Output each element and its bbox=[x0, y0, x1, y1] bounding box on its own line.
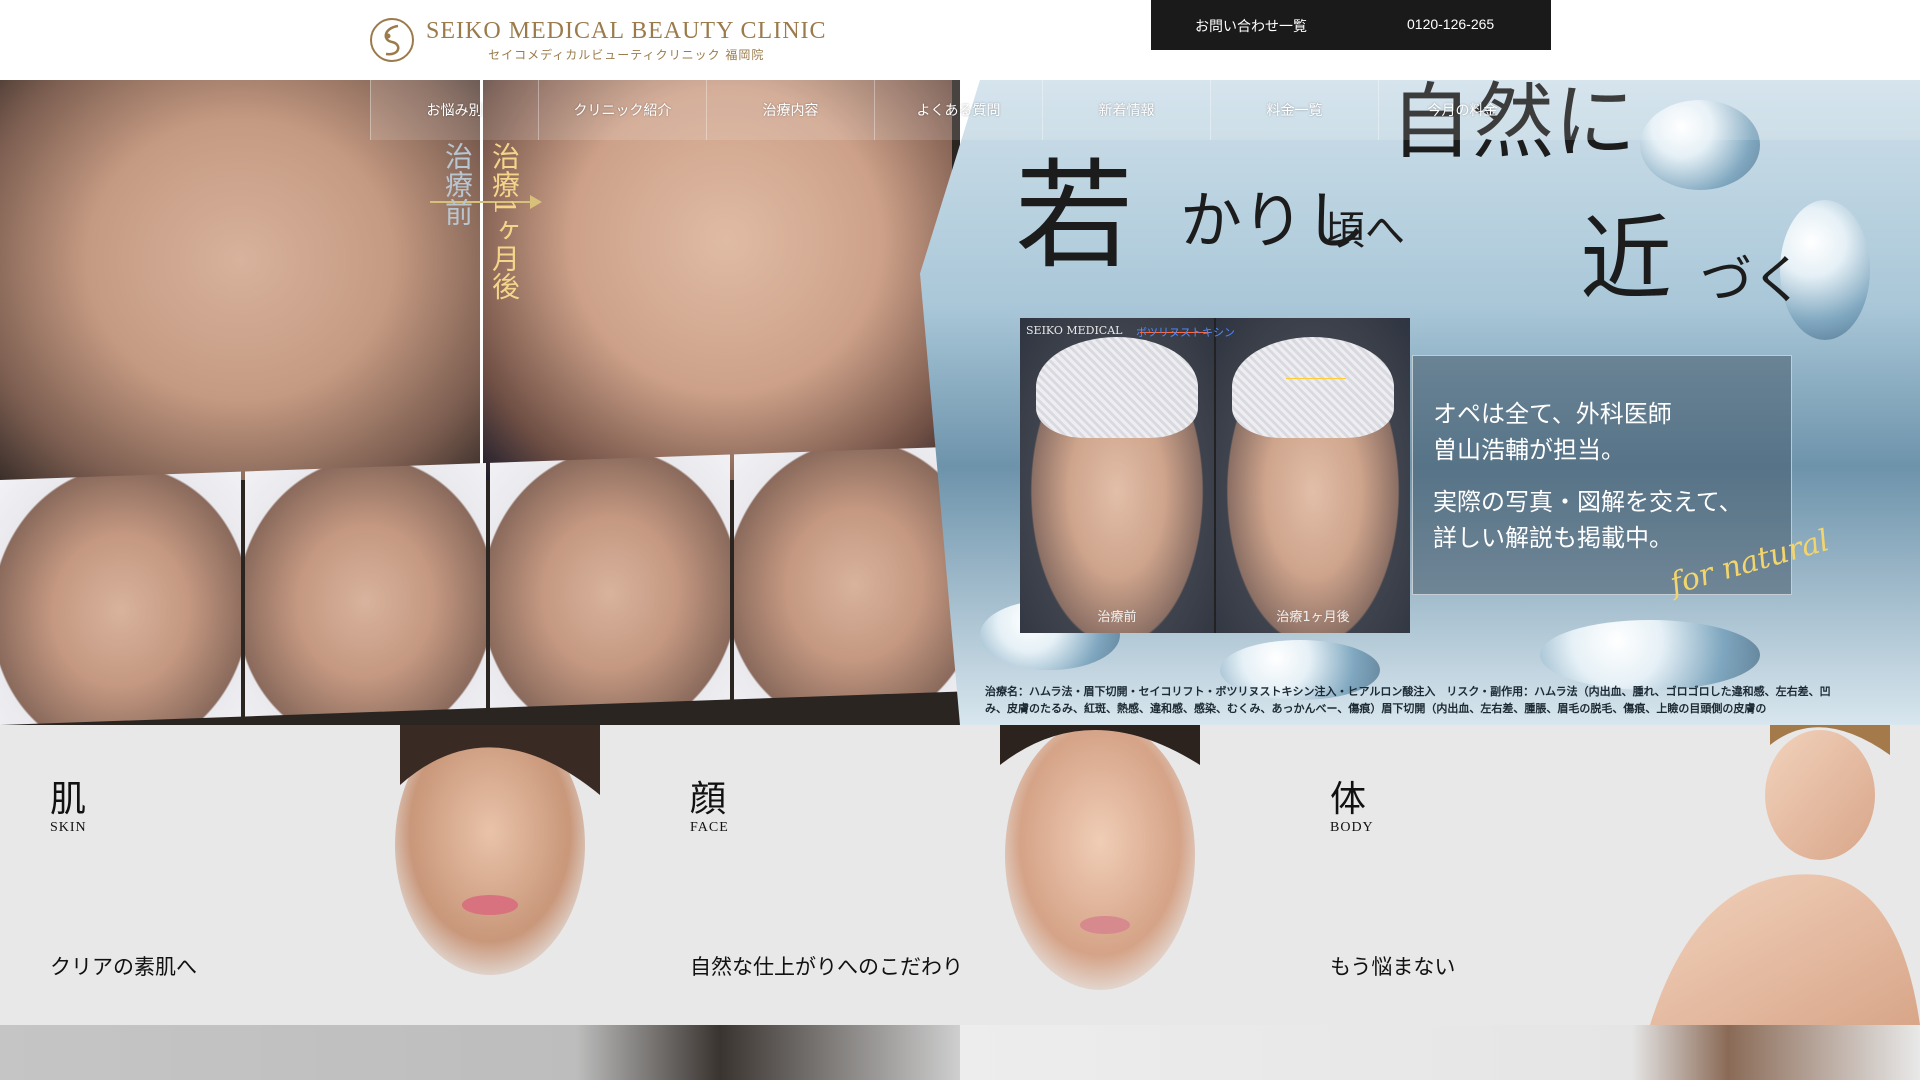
category-en: BODY bbox=[1330, 820, 1374, 835]
category-body[interactable]: 体 BODY もう悩まない bbox=[1280, 725, 1920, 1025]
after-label: 治療1ヶ月後 bbox=[488, 142, 521, 300]
treatment-risk-caption: 治療名：ハムラ法・眉下切開・セイコリフト・ボツリヌストキシン注入・ヒアルロン酸注… bbox=[985, 685, 1831, 715]
headline-koro: 頃へ bbox=[1325, 208, 1405, 254]
water-splash bbox=[1540, 620, 1760, 690]
before-photo bbox=[0, 80, 480, 480]
model-photo bbox=[1000, 725, 1200, 990]
logo-text: SEIKO MEDICAL BEAUTY CLINIC セイコメディカルビューテ… bbox=[426, 18, 827, 63]
category-panels: 肌 SKIN クリアの素肌へ 顔 FACE 自然な仕上がりへのこだわり 体 BO… bbox=[0, 725, 1920, 1025]
before-label: 治療前 bbox=[441, 142, 474, 226]
site-header: SEIKO MEDICAL BEAUTY CLINIC セイコメディカルビューテ… bbox=[0, 0, 1920, 80]
after-photo bbox=[482, 80, 952, 480]
headline-zuku: づく bbox=[1700, 251, 1805, 311]
before-after-photos: 治療前 治療1ヶ月後 bbox=[0, 80, 975, 725]
category-tagline: もう悩まない bbox=[1330, 955, 1456, 979]
category-tagline: 自然な仕上がりへのこだわり bbox=[690, 955, 963, 979]
angle-photo-strip bbox=[0, 445, 975, 725]
logo-swirl-icon bbox=[370, 18, 414, 62]
category-kanji: 顔 bbox=[690, 779, 727, 820]
category-tagline: クリアの素肌へ bbox=[50, 955, 197, 979]
nav-item-faq[interactable]: よくある質問 bbox=[874, 80, 1042, 140]
compare-annotation: ボツリヌストキシン bbox=[1136, 326, 1235, 339]
surgical-cap bbox=[1035, 336, 1199, 438]
treatment-compare-photos: SEIKO MEDICAL 治療前 ボツリヌストキシン 治療1ヶ月後 bbox=[1020, 318, 1410, 633]
preview-panel[interactable] bbox=[960, 1025, 1920, 1080]
category-en: SKIN bbox=[50, 820, 87, 835]
next-section-preview bbox=[0, 1025, 1920, 1080]
phone-number-link[interactable]: 0120-126-265 bbox=[1407, 16, 1494, 32]
category-kanji: 体 bbox=[1330, 779, 1367, 820]
model-photo bbox=[1650, 725, 1920, 1025]
category-kanji: 肌 bbox=[50, 779, 87, 820]
category-skin[interactable]: 肌 SKIN クリアの素肌へ bbox=[0, 725, 640, 1025]
main-nav: お悩み別 クリニック紹介 治療内容 よくある質問 新着情報 料金一覧 今月の料金 bbox=[370, 80, 1920, 140]
model-photo bbox=[395, 725, 600, 975]
contact-bar: お問い合わせ一覧 0120-126-265 bbox=[1151, 0, 1551, 50]
compare-after: ボツリヌストキシン 治療1ヶ月後 bbox=[1136, 318, 1410, 633]
contact-list-link[interactable]: お問い合わせ一覧 bbox=[1195, 16, 1307, 36]
nav-item-concerns[interactable]: お悩み別 bbox=[370, 80, 538, 140]
preview-panel[interactable] bbox=[0, 1025, 960, 1080]
nav-item-news[interactable]: 新着情報 bbox=[1042, 80, 1210, 140]
angle-photo bbox=[244, 463, 486, 717]
logo-name-en: SEIKO MEDICAL BEAUTY CLINIC bbox=[426, 17, 827, 44]
nav-item-treatments[interactable]: 治療内容 bbox=[706, 80, 874, 140]
nav-item-monthly-prices[interactable]: 今月の料金 bbox=[1378, 80, 1546, 140]
compare-before-label: 治療前 bbox=[1097, 610, 1137, 625]
logo-name-jp: セイコメディカルビューティクリニック 福岡院 bbox=[488, 47, 765, 62]
angle-photo bbox=[0, 471, 241, 725]
category-face[interactable]: 顔 FACE 自然な仕上がりへのこだわり bbox=[640, 725, 1280, 1025]
headline-near: 近 bbox=[1580, 206, 1673, 313]
headline-young: 若 bbox=[1015, 147, 1134, 285]
info-line: 曽山浩輔が担当。 bbox=[1433, 436, 1625, 464]
info-line: 詳しい解説も掲載中。 bbox=[1433, 524, 1673, 552]
hero-banner[interactable]: 治療前 治療1ヶ月後 自然に 若 かりし 頃へ 近 づく SEIKO MEDIC… bbox=[0, 80, 1920, 725]
angle-photo bbox=[489, 454, 731, 708]
compare-after-label: 治療1ヶ月後 bbox=[1276, 610, 1350, 625]
info-line: オペは全て、外科医師 bbox=[1433, 400, 1672, 428]
compare-brand-label: SEIKO MEDICAL bbox=[1026, 324, 1123, 337]
compare-before: SEIKO MEDICAL 治療前 bbox=[1020, 318, 1214, 633]
site-logo[interactable]: SEIKO MEDICAL BEAUTY CLINIC セイコメディカルビューテ… bbox=[368, 14, 827, 66]
info-line: 実際の写真・図解を交えて、 bbox=[1433, 488, 1743, 516]
annotation-line bbox=[1286, 378, 1346, 379]
category-en: FACE bbox=[690, 820, 729, 835]
nav-item-clinic[interactable]: クリニック紹介 bbox=[538, 80, 706, 140]
nav-item-prices[interactable]: 料金一覧 bbox=[1210, 80, 1378, 140]
surgical-cap bbox=[1231, 336, 1395, 438]
